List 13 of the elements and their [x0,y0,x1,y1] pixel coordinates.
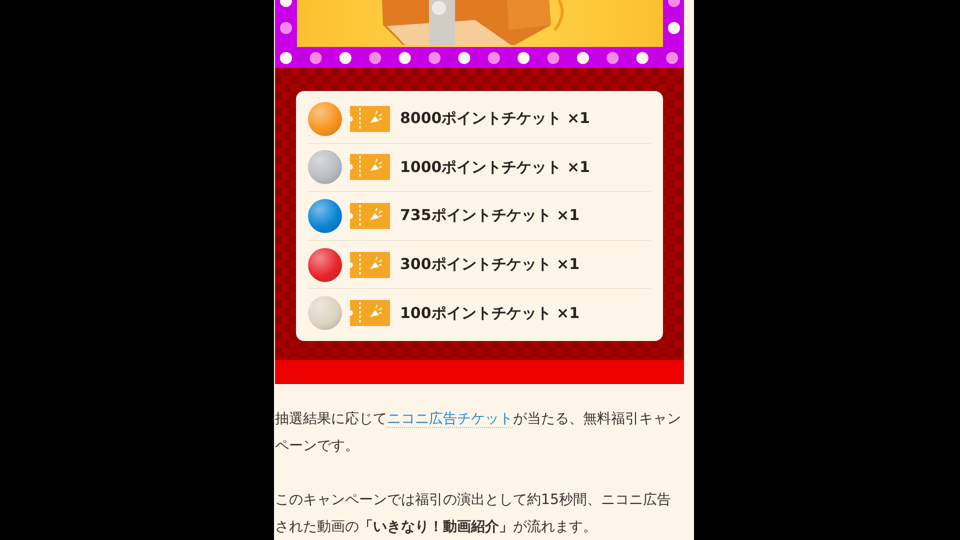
ticket-icon [350,252,390,278]
prize-label: 1000ポイントチケット ×1 [400,158,590,177]
ad-ticket-link[interactable]: ニコニ広告チケット [387,411,513,428]
prize-label: 8000ポイントチケット ×1 [400,109,590,128]
ticket-icon [350,106,390,132]
ticket-icon [350,154,390,180]
prize-label: 735ポイントチケット ×1 [400,206,580,226]
prize-label: 100ポイントチケット ×1 [400,304,580,323]
prize-label: 300ポイントチケット ×1 [400,255,580,274]
intro-paragraph: 抽選結果に応じてニコニ広告チケット が当たる、無料福引キャンペーンです。 [275,410,682,456]
ticket-icon [350,202,390,229]
ticket-icon [350,300,390,326]
note-paragraph: このキャンペーンでは福引の演出として約15秒間、ニコニ広告された動画の「いきなり！動画紹介」が流れます。 [275,491,672,537]
